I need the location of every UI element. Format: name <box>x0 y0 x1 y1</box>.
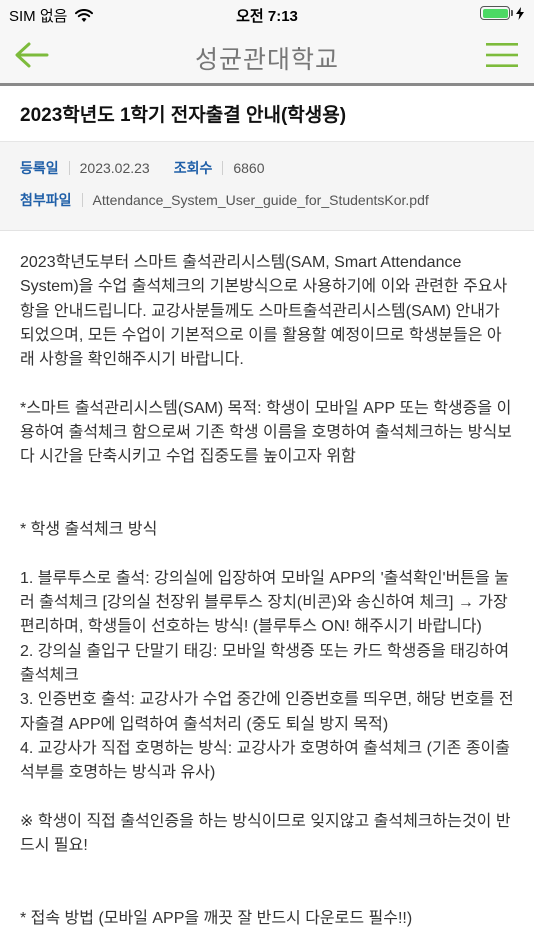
meta-row-date-views: 등록일 2023.02.23 조회수 6860 <box>20 152 514 184</box>
nav-bar: 성균관대학교 <box>0 28 534 86</box>
status-bar: SIM 없음 오전 7:13 <box>0 0 534 28</box>
body-method-2: 2. 강의실 출입구 단말기 태깅: 모바일 학생증 또는 카드 학생증을 태깅… <box>20 642 510 685</box>
nav-title: 성균관대학교 <box>194 46 339 74</box>
date-value: 2023.02.23 <box>79 160 150 176</box>
charging-bolt-icon <box>516 6 524 20</box>
attachment-link[interactable]: Attendance_System_User_guide_for_Student… <box>93 192 429 208</box>
body-method-3: 3. 인증번호 출석: 교강사가 수업 중간에 인증번호를 띄우면, 해당 번호… <box>20 691 514 733</box>
article-header: 2023학년도 1학기 전자출결 안내(학생용) <box>0 86 534 142</box>
divider <box>81 193 83 207</box>
body-notice: ※ 학생이 직접 출석인증을 하는 방식이므로 잊지않고 출석체크하는것이 반드… <box>20 812 511 855</box>
battery-icon <box>480 6 513 20</box>
body-purpose: *스마트 출석관리시스템(SAM) 목적: 학생이 모바일 APP 또는 학생증… <box>20 399 512 466</box>
hamburger-menu-icon[interactable] <box>486 42 518 68</box>
status-right <box>480 6 524 20</box>
body-method-4: 4. 교강사가 직접 호명하는 방식: 교강사가 호명하여 출석체크 (기존 종… <box>20 739 511 782</box>
body-intro: 2023학년도부터 스마트 출석관리시스템(SAM, Smart Attenda… <box>20 254 508 369</box>
body-method-1: 1. 블루투스로 출석: 강의실에 입장하여 모바일 APP의 '출석확인'버튼… <box>20 569 509 636</box>
article-body: 2023학년도부터 스마트 출석관리시스템(SAM, Smart Attenda… <box>0 231 534 931</box>
divider <box>222 161 224 175</box>
body-methods-heading: * 학생 출석체크 방식 <box>20 521 158 539</box>
views-value: 6860 <box>233 160 265 176</box>
meta-row-attachment: 첨부파일 Attendance_System_User_guide_for_St… <box>20 184 514 216</box>
attachment-label: 첨부파일 <box>20 192 72 208</box>
status-time: 오전 7:13 <box>236 8 298 25</box>
divider <box>68 161 70 175</box>
article-title: 2023학년도 1학기 전자출결 안내(학생용) <box>20 105 347 126</box>
body-next-heading: * 접속 방법 (모바일 APP을 깨끗 잘 반드시 다운로드 필수!!) <box>20 910 413 928</box>
article-meta: 등록일 2023.02.23 조회수 6860 첨부파일 Attendance_… <box>0 142 534 231</box>
date-label: 등록일 <box>20 160 59 176</box>
views-label: 조회수 <box>173 160 213 176</box>
